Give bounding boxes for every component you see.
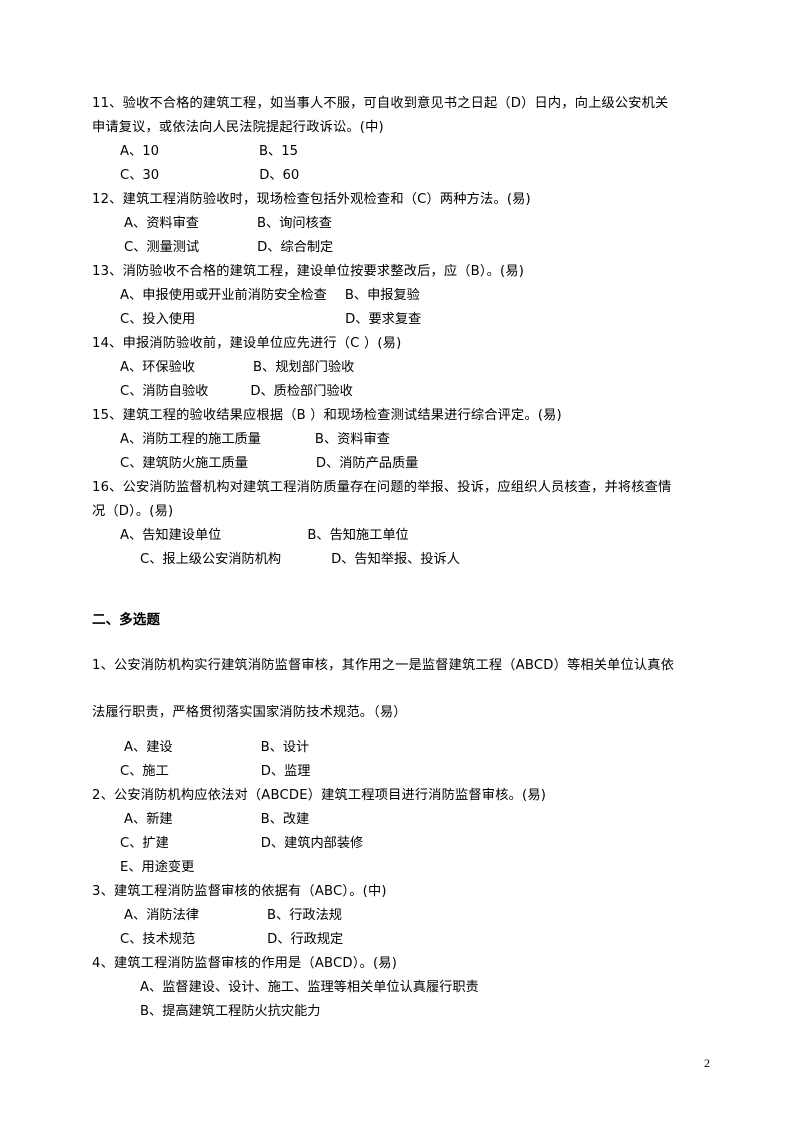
- option-row: A、消防法律 B、行政法规: [92, 904, 704, 928]
- option-right[interactable]: D、行政规定: [267, 928, 343, 952]
- option-row: C、建筑防火施工质量 D、消防产品质量: [92, 452, 704, 476]
- option-right[interactable]: B、规划部门验收: [253, 356, 354, 380]
- question-block: 3、建筑工程消防监督审核的依据有（ABC）。(中) A、消防法律 B、行政法规 C、技…: [92, 880, 704, 952]
- option-right[interactable]: B、改建: [261, 808, 310, 832]
- option-left[interactable]: C、施工: [120, 760, 169, 784]
- question-block: 11、验收不合格的建筑工程，如当事人不服，可自收到意见书之日起（D）日内，向上级…: [92, 92, 704, 188]
- option-left[interactable]: A、消防法律: [124, 904, 199, 928]
- option-right[interactable]: B、资料审查: [315, 428, 390, 452]
- option-row: A、环保验收 B、规划部门验收: [92, 356, 704, 380]
- question-stem-continuation: 法履行职责，严格贯彻落实国家消防技术规范。（易）: [92, 705, 407, 720]
- option-left[interactable]: C、技术规范: [120, 928, 195, 952]
- question-stem-continuation: 况（D）。(易): [92, 504, 174, 519]
- question-block: 2、公安消防机构应依法对（ABCDE）建筑工程项目进行消防监督审核。(易) A、新…: [92, 784, 704, 880]
- option-left[interactable]: B、提高建筑工程防火抗灾能力: [140, 1000, 320, 1024]
- question-stem: 15、建筑工程的验收结果应根据（B ）和现场检查测试结果进行综合评定。(易): [92, 408, 562, 423]
- question-block: 1、公安消防机构实行建筑消防监督审核，其作用之一是监督建筑工程（ABCD）等相关…: [92, 642, 704, 784]
- option-right[interactable]: D、60: [259, 164, 299, 188]
- option-row: C、扩建 D、建筑内部装修: [92, 832, 704, 856]
- option-right[interactable]: D、要求复查: [345, 308, 421, 332]
- option-row: A、消防工程的施工质量 B、资料审查: [92, 428, 704, 452]
- option-left[interactable]: A、建设: [124, 736, 173, 760]
- option-right[interactable]: B、行政法规: [267, 904, 342, 928]
- question-block: 12、建筑工程消防验收时，现场检查包括外观检查和（C）两种方法。(易) A、资料审…: [92, 188, 704, 260]
- option-row: A、监督建设、设计、施工、监理等相关单位认真履行职责: [92, 976, 704, 1000]
- option-row: A、告知建设单位 B、告知施工单位: [92, 524, 704, 548]
- option-row: E、用途变更: [92, 856, 704, 880]
- question-stem: 12、建筑工程消防验收时，现场检查包括外观检查和（C）两种方法。(易): [92, 192, 531, 207]
- option-left[interactable]: A、新建: [124, 808, 173, 832]
- option-row: C、消防自验收 D、质检部门验收: [92, 380, 704, 404]
- option-left[interactable]: A、消防工程的施工质量: [120, 428, 261, 452]
- question-stem: 16、公安消防监督机构对建筑工程消防质量存在问题的举报、投诉，应组织人员核查，并…: [92, 480, 672, 495]
- option-right[interactable]: D、告知举报、投诉人: [331, 548, 460, 572]
- question-block: 4、建筑工程消防监督审核的作用是（ABCD）。(易) A、监督建设、设计、施工、监…: [92, 952, 704, 1024]
- option-row: A、10 B、15: [92, 140, 704, 164]
- question-stem: 4、建筑工程消防监督审核的作用是（ABCD）。(易): [92, 956, 398, 971]
- question-stem: 13、消防验收不合格的建筑工程，建设单位按要求整改后，应（B）。(易): [92, 264, 525, 279]
- question-block: 16、公安消防监督机构对建筑工程消防质量存在问题的举报、投诉，应组织人员核查，并…: [92, 476, 704, 572]
- option-left[interactable]: C、扩建: [120, 832, 169, 856]
- option-row: C、技术规范 D、行政规定: [92, 928, 704, 952]
- option-left[interactable]: C、消防自验收: [120, 380, 208, 404]
- option-left[interactable]: A、资料审查: [124, 212, 199, 236]
- question-stem: 11、验收不合格的建筑工程，如当事人不服，可自收到意见书之日起（D）日内，向上级…: [92, 96, 669, 111]
- option-row: A、新建 B、改建: [92, 808, 704, 832]
- question-stem: 14、申报消防验收前，建设单位应先进行（C ）(易): [92, 336, 402, 351]
- question-block: 13、消防验收不合格的建筑工程，建设单位按要求整改后，应（B）。(易) A、申报使…: [92, 260, 704, 332]
- option-row: A、资料审查 B、询问核查: [92, 212, 704, 236]
- option-left[interactable]: A、10: [120, 140, 159, 164]
- option-row: C、报上级公安消防机构 D、告知举报、投诉人: [92, 548, 704, 572]
- option-right[interactable]: B、申报复验: [345, 284, 420, 308]
- option-left[interactable]: A、告知建设单位: [120, 524, 221, 548]
- option-right[interactable]: B、15: [259, 140, 298, 164]
- question-stem: 1、公安消防机构实行建筑消防监督审核，其作用之一是监督建筑工程（ABCD）等相关…: [92, 658, 675, 673]
- option-left[interactable]: C、建筑防火施工质量: [120, 452, 248, 476]
- option-right[interactable]: D、消防产品质量: [316, 452, 418, 476]
- option-left[interactable]: C、测量测试: [124, 236, 199, 260]
- option-row: A、建设 B、设计: [92, 736, 704, 760]
- option-right[interactable]: B、告知施工单位: [307, 524, 408, 548]
- document-page: 11、验收不合格的建筑工程，如当事人不服，可自收到意见书之日起（D）日内，向上级…: [0, 0, 794, 1123]
- document-body: 11、验收不合格的建筑工程，如当事人不服，可自收到意见书之日起（D）日内，向上级…: [92, 92, 704, 1024]
- option-row: B、提高建筑工程防火抗灾能力: [92, 1000, 704, 1024]
- option-left[interactable]: A、申报使用或开业前消防安全检查: [120, 284, 327, 308]
- option-left[interactable]: A、环保验收: [120, 356, 195, 380]
- question-stem: 3、建筑工程消防监督审核的依据有（ABC）。(中): [92, 884, 387, 899]
- option-row: C、施工 D、监理: [92, 760, 704, 784]
- option-right[interactable]: D、建筑内部装修: [261, 832, 363, 856]
- option-row: C、30 D、60: [92, 164, 704, 188]
- option-right[interactable]: B、设计: [261, 736, 310, 760]
- option-left[interactable]: A、监督建设、设计、施工、监理等相关单位认真履行职责: [140, 976, 479, 1000]
- option-right[interactable]: D、监理: [261, 760, 311, 784]
- option-left[interactable]: E、用途变更: [120, 856, 194, 880]
- option-left[interactable]: C、报上级公安消防机构: [140, 548, 281, 572]
- page-number: 2: [704, 1056, 710, 1070]
- option-left[interactable]: C、30: [120, 164, 159, 188]
- option-row: C、测量测试 D、综合制定: [92, 236, 704, 260]
- question-block: 15、建筑工程的验收结果应根据（B ）和现场检查测试结果进行综合评定。(易) A、…: [92, 404, 704, 476]
- section-heading: 二、多选题: [92, 612, 160, 628]
- question-stem-continuation: 申请复议，或依法向人民法院提起行政诉讼。(中): [92, 120, 384, 135]
- option-right[interactable]: D、质检部门验收: [250, 380, 352, 404]
- question-block: 14、申报消防验收前，建设单位应先进行（C ）(易) A、环保验收 B、规划部门验收…: [92, 332, 704, 404]
- option-right[interactable]: D、综合制定: [257, 236, 333, 260]
- question-stem: 2、公安消防机构应依法对（ABCDE）建筑工程项目进行消防监督审核。(易): [92, 788, 547, 803]
- option-left[interactable]: C、投入使用: [120, 308, 195, 332]
- option-right[interactable]: B、询问核查: [257, 212, 332, 236]
- option-row: A、申报使用或开业前消防安全检查 B、申报复验: [92, 284, 704, 308]
- option-row: C、投入使用 D、要求复查: [92, 308, 704, 332]
